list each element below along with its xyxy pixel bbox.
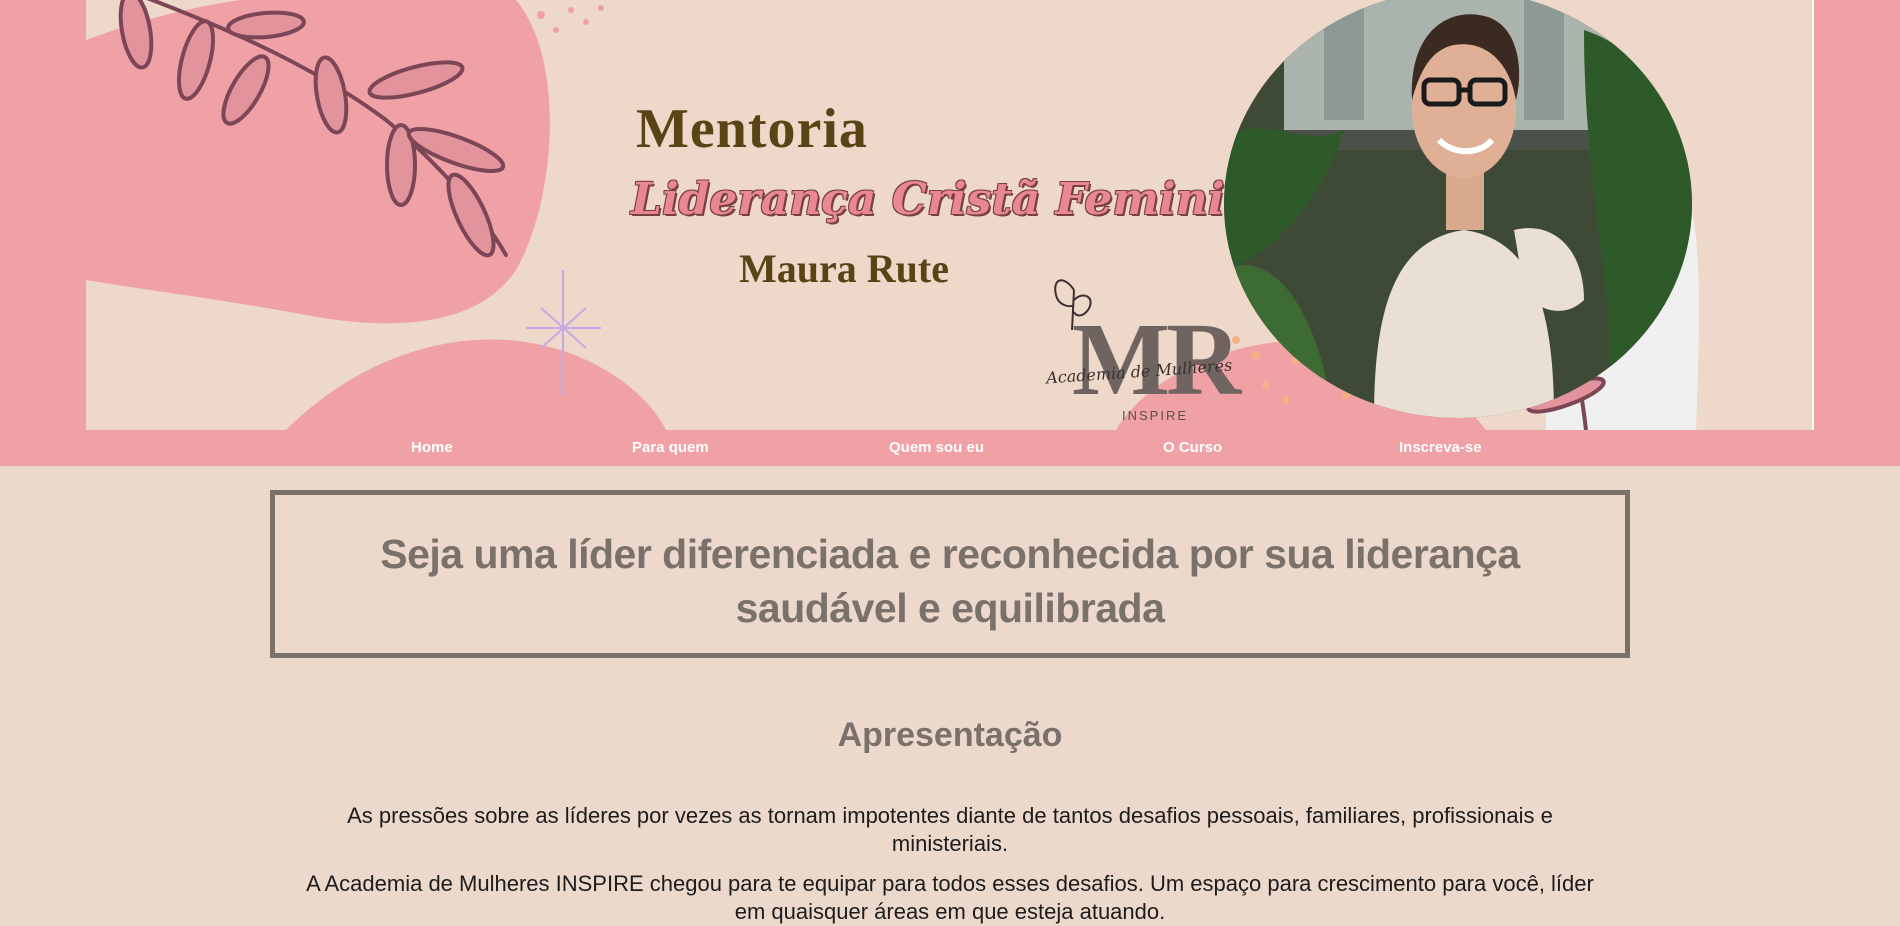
section-title-apresentacao: Apresentação <box>837 716 1063 754</box>
nav-o-curso[interactable]: O Curso <box>1163 439 1222 456</box>
mentor-photo <box>1224 0 1692 418</box>
academia-logo: MR Academia de Mulheres INSPIRE <box>1034 270 1254 430</box>
nav-inscreva-se[interactable]: Inscreva-se <box>1399 439 1482 456</box>
nav-quem-sou-eu[interactable]: Quem sou eu <box>889 439 984 456</box>
headline-line2: saudável e equilibrada <box>735 585 1165 631</box>
main-nav: Home Para quem Quem sou eu O Curso Inscr… <box>0 430 1900 466</box>
paragraph1-line2: ministeriais. <box>891 831 1009 856</box>
nav-para-quem[interactable]: Para quem <box>632 439 709 456</box>
banner-artwork: Mentoria Liderança Cristã Feminina Maura… <box>86 0 1814 430</box>
paragraph1-line1: As pressões sobre as líderes por vezes a… <box>347 803 1553 828</box>
headline: Seja uma líder diferenciada e reconhecid… <box>275 527 1625 635</box>
presentation-paragraph-1: As pressões sobre as líderes por vezes a… <box>240 802 1660 858</box>
paragraph2-line2: em quaisquer áreas em que esteja atuando… <box>734 899 1166 924</box>
headline-box: Seja uma líder diferenciada e reconhecid… <box>270 490 1630 658</box>
logo-brand: INSPIRE <box>1122 408 1189 423</box>
presentation-paragraph-2: A Academia de Mulheres INSPIRE chegou pa… <box>240 870 1660 926</box>
headline-line1: Seja uma líder diferenciada e reconhecid… <box>380 531 1520 577</box>
paragraph2-line1: A Academia de Mulheres INSPIRE chegou pa… <box>306 871 1594 896</box>
nav-home[interactable]: Home <box>411 439 453 456</box>
title-lideranca: Liderança Cristã Feminina <box>631 174 1285 225</box>
title-mentoria: Mentoria <box>636 98 868 160</box>
author-name: Maura Rute <box>739 246 949 291</box>
hero-banner: Mentoria Liderança Cristã Feminina Maura… <box>0 0 1900 430</box>
